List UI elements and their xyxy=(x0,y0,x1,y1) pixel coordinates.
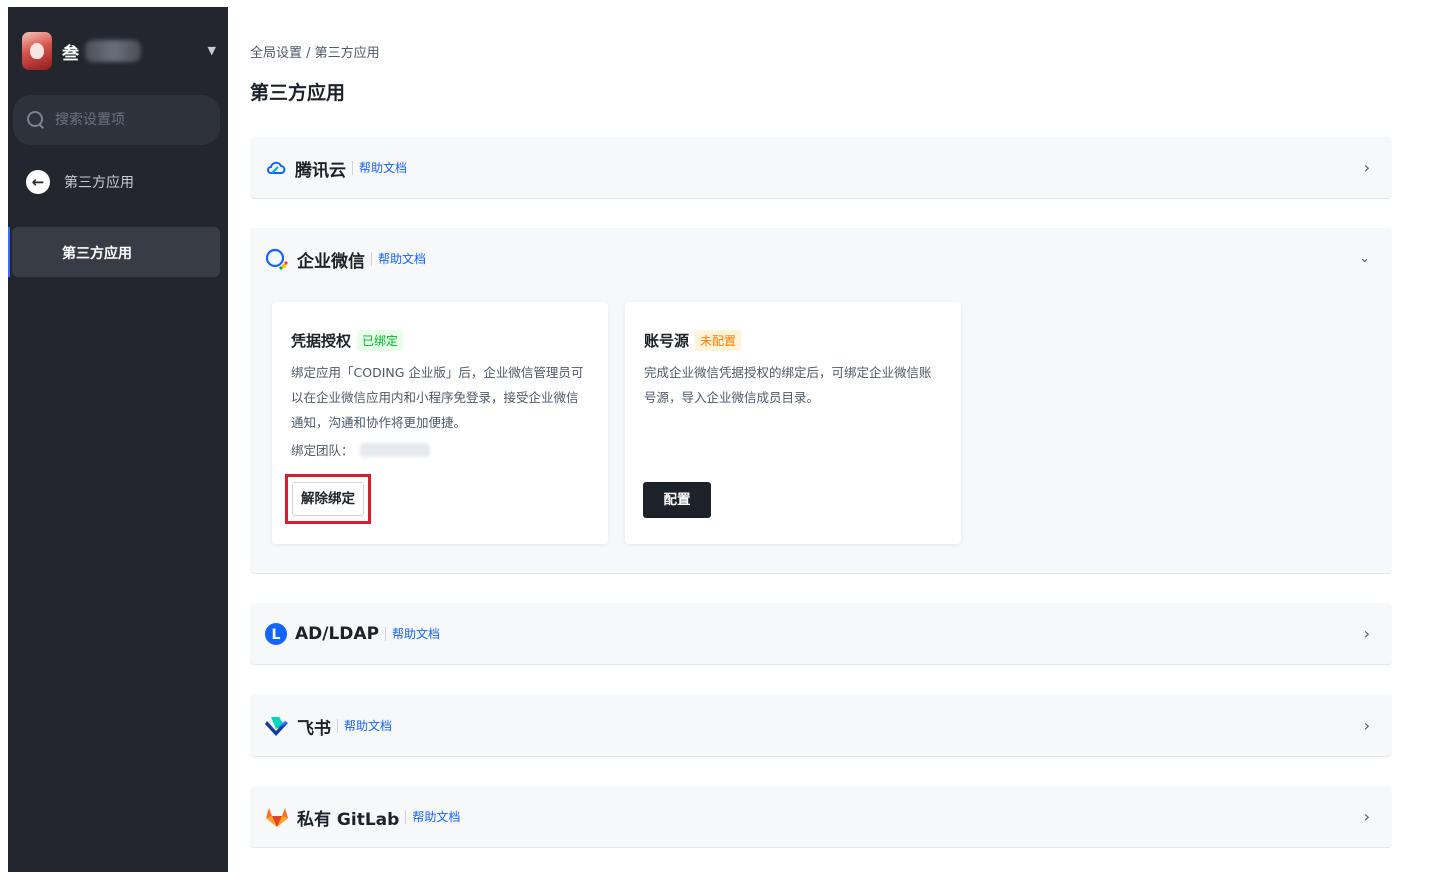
help-doc-link[interactable]: 帮助文档 xyxy=(337,719,392,733)
help-doc-link[interactable]: 帮助文档 xyxy=(371,252,426,266)
provider-name: 腾讯云 xyxy=(295,160,346,181)
gitlab-icon xyxy=(265,806,289,828)
chevron-right-icon[interactable]: › xyxy=(1364,807,1370,826)
sidebar: 叁 ▼ ← 第三方应用 第三方应用 xyxy=(8,7,228,872)
wecom-cards: 凭据授权 已绑定 绑定应用「CODING 企业版」后，企业微信管理员可以在企业微… xyxy=(272,302,961,544)
card-description: 完成企业微信凭据授权的绑定后，可绑定企业微信账号源，导入企业微信成员目录。 xyxy=(644,365,932,405)
bound-team-label: 绑定团队： xyxy=(291,443,354,458)
help-doc-link[interactable]: 帮助文档 xyxy=(352,161,407,175)
help-doc-link[interactable]: 帮助文档 xyxy=(385,627,440,641)
provider-panel-wecom: 企业微信 帮助文档 ⌄ 凭据授权 已绑定 绑定应用「CODING 企业版」后，企… xyxy=(250,228,1392,574)
credential-card: 凭据授权 已绑定 绑定应用「CODING 企业版」后，企业微信管理员可以在企业微… xyxy=(272,302,608,544)
provider-panel-feishu: 飞书 帮助文档 › xyxy=(250,695,1392,757)
ldap-icon: L xyxy=(265,623,287,645)
org-name: 叁 xyxy=(62,43,79,64)
caret-down-icon[interactable]: ▼ xyxy=(208,44,216,57)
sidebar-item-third-party-apps[interactable]: 第三方应用 xyxy=(8,227,220,277)
chevron-right-icon[interactable]: › xyxy=(1364,624,1370,643)
sidebar-item-label: 第三方应用 xyxy=(62,246,132,262)
org-name-redacted xyxy=(85,40,141,62)
svg-text:L: L xyxy=(272,627,281,643)
search-input[interactable] xyxy=(55,112,195,128)
main-content: 全局设置 / 第三方应用 第三方应用 腾讯云 帮助文档 › 企业微信 帮助文档 … xyxy=(250,0,1392,872)
breadcrumb: 全局设置 / 第三方应用 xyxy=(250,46,380,61)
chevron-right-icon[interactable]: › xyxy=(1364,158,1370,177)
highlight-box: 解除绑定 xyxy=(285,474,371,524)
back-nav[interactable]: ← 第三方应用 xyxy=(26,170,134,194)
panel-header[interactable]: 企业微信 帮助文档 ⌄ xyxy=(250,228,1392,290)
bound-team-row: 绑定团队： xyxy=(291,440,588,459)
chevron-down-icon[interactable]: ⌄ xyxy=(1359,251,1370,266)
provider-panel-tencent-cloud: 腾讯云 帮助文档 › xyxy=(250,137,1392,199)
panel-header[interactable]: 私有 GitLab 帮助文档 › xyxy=(250,786,1392,848)
panel-header[interactable]: 飞书 帮助文档 › xyxy=(250,695,1392,757)
card-description: 绑定应用「CODING 企业版」后，企业微信管理员可以在企业微信应用内和小程序免… xyxy=(291,365,584,430)
card-header: 凭据授权 已绑定 xyxy=(291,330,588,351)
feishu-icon xyxy=(265,715,289,737)
panel-header[interactable]: 腾讯云 帮助文档 › xyxy=(250,137,1392,199)
search-icon xyxy=(27,111,45,129)
back-label: 第三方应用 xyxy=(64,175,134,191)
chevron-right-icon[interactable]: › xyxy=(1364,716,1370,735)
unbind-button[interactable]: 解除绑定 xyxy=(292,482,364,516)
provider-name: AD/LDAP xyxy=(295,624,380,644)
tencent-cloud-icon xyxy=(265,157,287,179)
card-title: 凭据授权 xyxy=(291,332,352,350)
help-doc-link[interactable]: 帮助文档 xyxy=(405,810,460,824)
page-title: 第三方应用 xyxy=(250,82,346,104)
provider-panel-ldap: L AD/LDAP 帮助文档 › xyxy=(250,603,1392,665)
settings-search xyxy=(13,95,220,145)
provider-name: 飞书 xyxy=(297,718,331,739)
configure-button[interactable]: 配置 xyxy=(643,482,711,518)
card-header: 账号源 未配置 xyxy=(644,330,941,351)
wecom-icon xyxy=(265,247,289,271)
provider-panel-gitlab: 私有 GitLab 帮助文档 › xyxy=(250,786,1392,848)
arrow-left-icon[interactable]: ← xyxy=(26,170,50,194)
account-source-card: 账号源 未配置 完成企业微信凭据授权的绑定后，可绑定企业微信账号源，导入企业微信… xyxy=(625,302,961,544)
app-root: 叁 ▼ ← 第三方应用 第三方应用 全局设置 / 第三方应用 第三方应用 xyxy=(0,0,1440,872)
status-badge: 已绑定 xyxy=(357,330,404,351)
provider-name: 私有 GitLab xyxy=(297,809,400,830)
card-title: 账号源 xyxy=(644,332,690,350)
status-badge: 未配置 xyxy=(695,330,742,351)
provider-name: 企业微信 xyxy=(297,251,365,272)
org-avatar xyxy=(22,32,52,70)
bound-team-redacted xyxy=(359,442,430,457)
org-switcher[interactable]: 叁 ▼ xyxy=(22,31,222,71)
panel-header[interactable]: L AD/LDAP 帮助文档 › xyxy=(250,603,1392,665)
